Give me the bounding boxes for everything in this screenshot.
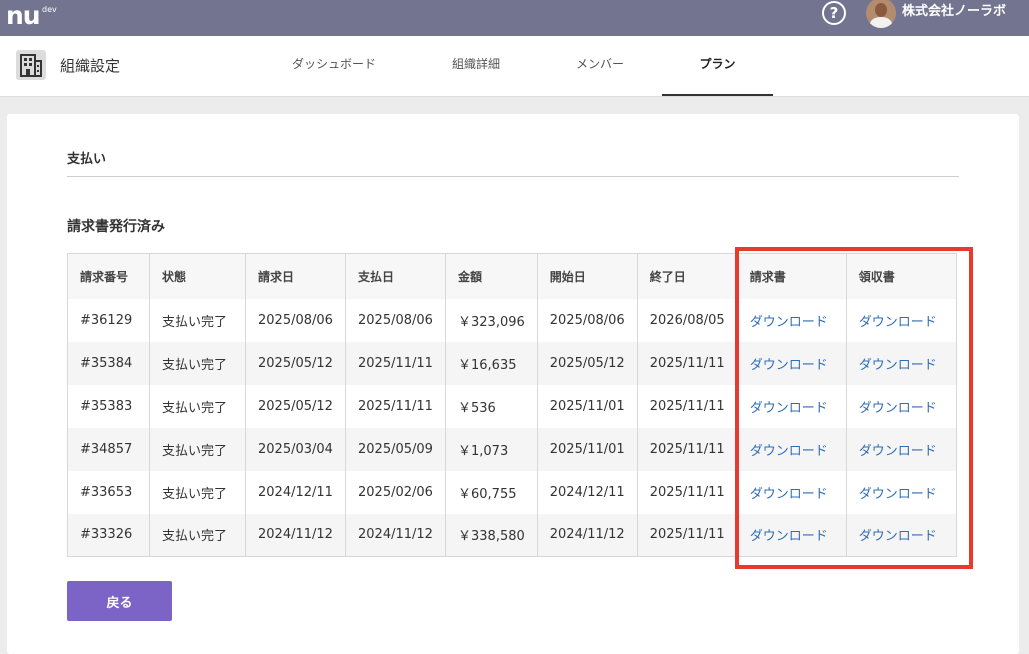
invoice-download-link[interactable]: ダウンロード bbox=[736, 298, 847, 342]
table-cell: 2025/11/11 bbox=[636, 427, 738, 471]
receipt-download-link[interactable]: ダウンロード bbox=[845, 298, 957, 342]
invoice-download-link[interactable]: ダウンロード bbox=[736, 384, 847, 428]
table-cell: ￥16,635 bbox=[445, 341, 538, 385]
table-row: #34857 支払い完了 2025/03/04 2025/05/09 ￥1,073 202… bbox=[67, 427, 957, 471]
table-cell: #33326 bbox=[67, 513, 150, 557]
table-cell: 2025/11/11 bbox=[636, 470, 738, 514]
table-cell: 2025/11/01 bbox=[536, 384, 638, 428]
table-cell: 2026/08/05 bbox=[636, 298, 738, 342]
table-cell: 2025/05/12 bbox=[245, 341, 346, 385]
invoice-download-link[interactable]: ダウンロード bbox=[736, 341, 847, 385]
table-cell: ￥1,073 bbox=[445, 427, 538, 471]
table-header-row: 請求番号 状態 請求日 支払日 金額 開始日 終了日 請求書 領収書 bbox=[67, 253, 957, 299]
divider bbox=[67, 176, 959, 177]
table-cell: ￥338,580 bbox=[445, 513, 538, 557]
table-cell: 支払い完了 bbox=[149, 470, 246, 514]
table-cell: 2025/11/11 bbox=[636, 384, 738, 428]
table-cell: ￥323,096 bbox=[445, 298, 538, 342]
column-header[interactable]: 請求書 bbox=[736, 253, 847, 299]
table-row: #33326 支払い完了 2024/11/12 2024/11/12 ￥338,580 2… bbox=[67, 513, 957, 557]
table-cell: #35383 bbox=[67, 384, 150, 428]
top-bar: nu dev ? 株式会社ノーラボ bbox=[0, 0, 1029, 36]
table-row: #33653 支払い完了 2024/12/11 2025/02/06 ￥60,755 20… bbox=[67, 470, 957, 514]
table-cell: 2025/11/11 bbox=[345, 384, 446, 428]
table-cell: 2025/05/12 bbox=[245, 384, 346, 428]
page-title: 組織設定 bbox=[60, 57, 121, 75]
logo-text: nu bbox=[6, 1, 41, 30]
invoices-heading: 請求書発行済み bbox=[67, 219, 165, 235]
receipt-download-link[interactable]: ダウンロード bbox=[845, 470, 957, 514]
invoices-table: 請求番号 状態 請求日 支払日 金額 開始日 終了日 請求書 領収書 #3612… bbox=[67, 253, 957, 557]
table-cell: 2025/02/06 bbox=[345, 470, 446, 514]
invoice-download-link[interactable]: ダウンロード bbox=[736, 470, 847, 514]
column-header[interactable]: 請求番号 bbox=[67, 253, 150, 299]
table-cell: 2025/11/11 bbox=[345, 341, 446, 385]
tab-dashboard[interactable]: ダッシュボード bbox=[268, 36, 400, 96]
table-cell: 2025/05/12 bbox=[536, 341, 638, 385]
table-cell: #34857 bbox=[67, 427, 150, 471]
company-name[interactable]: 株式会社ノーラボ bbox=[902, 3, 1006, 21]
section-title: 支払い bbox=[67, 152, 107, 167]
table-cell: #35384 bbox=[67, 341, 150, 385]
receipt-download-link[interactable]: ダウンロード bbox=[845, 341, 957, 385]
table-cell: #36129 bbox=[67, 298, 150, 342]
invoice-download-link[interactable]: ダウンロード bbox=[736, 427, 847, 471]
org-settings-header: 組織設定 ダッシュボード 組織詳細 メンバー プラン bbox=[0, 36, 1029, 97]
tab-org-details[interactable]: 組織詳細 bbox=[430, 36, 522, 96]
tab-members[interactable]: メンバー bbox=[552, 36, 648, 96]
column-header[interactable]: 支払日 bbox=[345, 253, 446, 299]
table-cell: ￥60,755 bbox=[445, 470, 538, 514]
receipt-download-link[interactable]: ダウンロード bbox=[845, 427, 957, 471]
back-button[interactable]: 戻る bbox=[67, 581, 172, 621]
table-cell: 2024/12/11 bbox=[536, 470, 638, 514]
table-cell: 支払い完了 bbox=[149, 341, 246, 385]
avatar-head bbox=[875, 3, 887, 17]
table-cell: 2025/08/06 bbox=[536, 298, 638, 342]
table-row: #35384 支払い完了 2025/05/12 2025/11/11 ￥16,635 20… bbox=[67, 341, 957, 385]
table-row: #35383 支払い完了 2025/05/12 2025/11/11 ￥536 2025/… bbox=[67, 384, 957, 428]
column-header[interactable]: 状態 bbox=[149, 253, 246, 299]
table-cell: 支払い完了 bbox=[149, 513, 246, 557]
tab-plan[interactable]: プラン bbox=[662, 36, 773, 96]
table-cell: 2025/05/09 bbox=[345, 427, 446, 471]
logo-superscript: dev bbox=[42, 5, 57, 14]
table-cell: 2024/11/12 bbox=[245, 513, 346, 557]
building-icon bbox=[16, 50, 46, 80]
table-cell: 支払い完了 bbox=[149, 427, 246, 471]
plan-card: 支払い 請求書発行済み 請求番号 状態 請求日 支払日 金額 開始日 終了日 請… bbox=[7, 114, 1019, 654]
table-cell: 2025/03/04 bbox=[245, 427, 346, 471]
column-header[interactable]: 金額 bbox=[445, 253, 538, 299]
column-header[interactable]: 開始日 bbox=[536, 253, 638, 299]
column-header[interactable]: 終了日 bbox=[636, 253, 738, 299]
table-cell: 2025/11/01 bbox=[536, 427, 638, 471]
table-cell: 2025/08/06 bbox=[245, 298, 346, 342]
table-cell: 支払い完了 bbox=[149, 298, 246, 342]
receipt-download-link[interactable]: ダウンロード bbox=[845, 513, 957, 557]
avatar-body bbox=[870, 17, 892, 28]
table-cell: 2025/11/11 bbox=[636, 513, 738, 557]
avatar[interactable] bbox=[866, 0, 896, 28]
table-cell: 支払い完了 bbox=[149, 384, 246, 428]
table-cell: 2024/12/11 bbox=[245, 470, 346, 514]
receipt-download-link[interactable]: ダウンロード bbox=[845, 384, 957, 428]
table-cell: 2024/11/12 bbox=[536, 513, 638, 557]
help-icon[interactable]: ? bbox=[822, 1, 846, 25]
column-header[interactable]: 請求日 bbox=[245, 253, 346, 299]
invoice-download-link[interactable]: ダウンロード bbox=[736, 513, 847, 557]
table-cell: #33653 bbox=[67, 470, 150, 514]
column-header[interactable]: 領収書 bbox=[845, 253, 957, 299]
table-cell: 2025/11/11 bbox=[636, 341, 738, 385]
table-row: #36129 支払い完了 2025/08/06 2025/08/06 ￥323,096 2… bbox=[67, 298, 957, 342]
table-cell: 2024/11/12 bbox=[345, 513, 446, 557]
table-cell: 2025/08/06 bbox=[345, 298, 446, 342]
table-cell: ￥536 bbox=[445, 384, 538, 428]
